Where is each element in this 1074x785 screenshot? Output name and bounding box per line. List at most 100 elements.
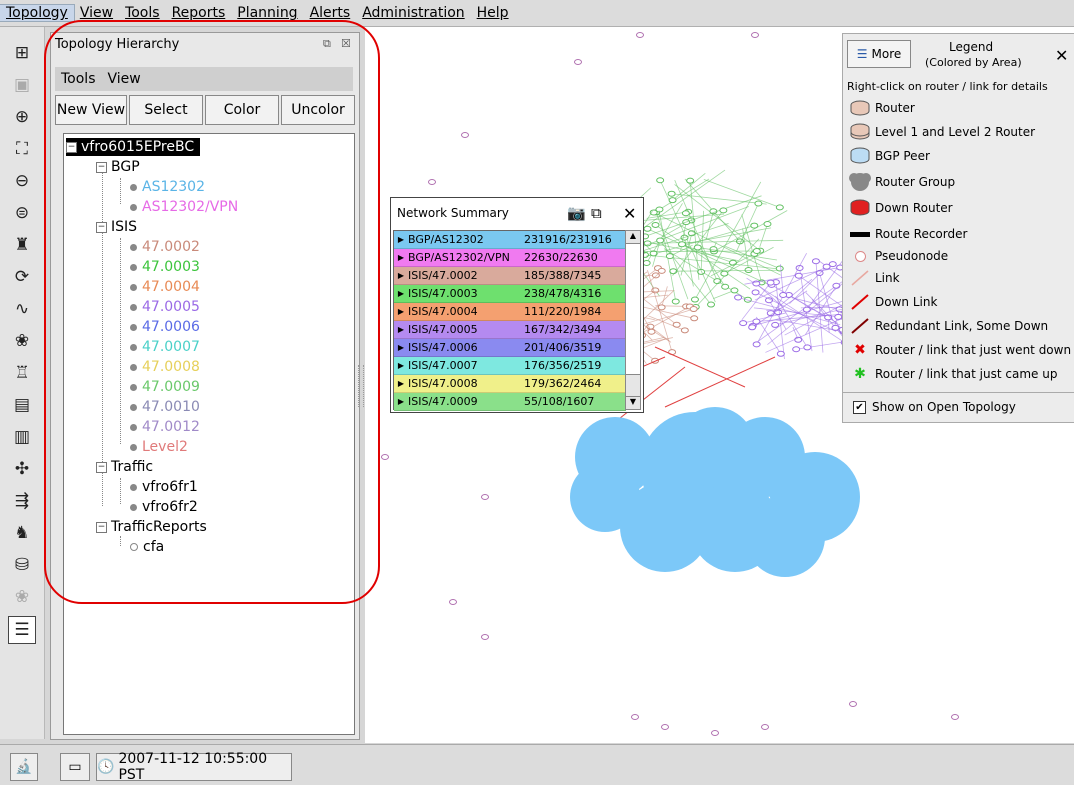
tree-node-traffic[interactable]: − Traffic [96, 458, 153, 476]
report-icon[interactable]: ▤ [9, 392, 35, 418]
expand-arrow-icon[interactable]: ▶ [394, 343, 408, 352]
tree-leaf[interactable]: 47.0008 [130, 358, 200, 376]
tree-node-isis[interactable]: − ISIS [96, 218, 137, 236]
expand-arrow-icon[interactable]: ▶ [394, 397, 408, 406]
camera-icon[interactable]: 📷 [567, 204, 586, 222]
menu-topology[interactable]: Topology [0, 5, 74, 21]
show-on-open-checkbox[interactable]: ✔ Show on Open Topology [853, 400, 1016, 414]
network-summary-row[interactable]: ▶ISIS/47.0002185/388/7345 [394, 267, 626, 285]
menu-alerts[interactable]: Alerts [304, 5, 357, 21]
tree-node-trafficreports[interactable]: − TrafficReports [96, 518, 207, 536]
expand-arrow-icon[interactable]: ▶ [394, 253, 408, 262]
row-name: BGP/AS12302/VPN [408, 251, 524, 264]
select-button[interactable]: Select [129, 95, 203, 125]
collapse-icon[interactable]: − [96, 522, 107, 533]
tree-leaf[interactable]: 47.0004 [130, 278, 200, 296]
layout-icon[interactable]: ⊜ [9, 200, 35, 226]
menu-planning[interactable]: Planning [231, 5, 303, 21]
chart-icon[interactable]: ▥ [9, 424, 35, 450]
network-summary-row[interactable]: ▶ISIS/47.0004111/220/1984 [394, 303, 626, 321]
zoom-in-icon[interactable]: ⊕ [9, 104, 35, 130]
expand-arrow-icon[interactable]: ▶ [394, 325, 408, 334]
hierarchy-icon[interactable]: ⊞ [9, 40, 35, 66]
network-summary-row[interactable]: ▶ISIS/47.0005167/342/3494 [394, 321, 626, 339]
close-icon[interactable]: ☒ [341, 37, 351, 50]
timestamp-button[interactable]: 🕓 2007-11-12 10:55:00 PST [96, 753, 292, 781]
list-icon[interactable]: ☰ [8, 616, 36, 644]
close-icon[interactable]: ✕ [1055, 46, 1068, 65]
detach-icon[interactable]: ⧉ [591, 204, 602, 222]
network-summary-row[interactable]: ▶ISIS/47.0008179/362/2464 [394, 375, 626, 393]
menu-tools[interactable]: Tools [119, 5, 166, 21]
tree-leaf[interactable]: 47.0010 [130, 398, 200, 416]
tree-leaf[interactable]: 47.0007 [130, 338, 200, 356]
splitter-handle[interactable] [358, 365, 364, 407]
checkbox-checked-icon[interactable]: ✔ [853, 401, 866, 414]
router-search-icon[interactable]: ♖ [9, 360, 35, 386]
graph-icon[interactable]: ∿ [9, 296, 35, 322]
restore-icon[interactable]: ⧉ [323, 37, 331, 51]
scroll-up-icon[interactable]: ▲ [626, 231, 640, 244]
expand-arrow-icon[interactable]: ▶ [394, 361, 408, 370]
tree-leaf[interactable]: 47.0005 [130, 298, 200, 316]
tree-node-bgp[interactable]: − BGP [96, 158, 140, 176]
close-icon[interactable]: ✕ [623, 204, 636, 223]
tree-leaf[interactable]: AS12302 [130, 178, 205, 196]
expand-arrow-icon[interactable]: ▶ [394, 307, 408, 316]
collapse-icon[interactable]: − [96, 222, 107, 233]
menu-reports[interactable]: Reports [166, 5, 232, 21]
microscope-icon[interactable]: 🔬 [10, 753, 38, 781]
scroll-down-icon[interactable]: ▼ [626, 396, 640, 409]
network-summary-row[interactable]: ▶ISIS/47.0006201/406/3519 [394, 339, 626, 357]
scroll-thumb[interactable] [626, 244, 640, 375]
tree-leaf[interactable]: 47.0002 [130, 238, 200, 256]
tree-leaf[interactable]: vfro6fr1 [130, 478, 198, 496]
panel-menu-view[interactable]: View [102, 71, 147, 87]
database-icon[interactable]: ⛁ [9, 552, 35, 578]
tree-leaf[interactable]: AS12302/VPN [130, 198, 238, 216]
zoom-out-icon[interactable]: ⊖ [9, 168, 35, 194]
group-icon[interactable]: ❀ [9, 328, 35, 354]
network-summary-row[interactable]: ▶BGP/AS12302231916/231916 [394, 231, 626, 249]
router-find-icon[interactable]: ♜ [9, 232, 35, 258]
new-view-button[interactable]: New View [55, 95, 127, 125]
tree-leaf[interactable]: cfa [130, 538, 164, 556]
color-button[interactable]: Color [205, 95, 279, 125]
network-summary-row[interactable]: ▶ISIS/47.0007176/356/2519 [394, 357, 626, 375]
save-icon[interactable]: ▣ [9, 72, 35, 98]
more-button[interactable]: ☰ More [847, 40, 911, 68]
fit-icon[interactable]: ⛶ [9, 136, 35, 162]
network-summary-row[interactable]: ▶ISIS/47.000955/108/1607 [394, 393, 626, 411]
expand-arrow-icon[interactable]: ▶ [394, 235, 408, 244]
tree-leaf[interactable]: Level2 [130, 438, 188, 456]
expand-arrow-icon[interactable]: ▶ [394, 289, 408, 298]
collapse-icon[interactable]: − [96, 462, 107, 473]
down-router-icon[interactable]: ♞ [9, 520, 35, 546]
tree-leaf[interactable]: vfro6fr2 [130, 498, 198, 516]
expand-arrow-icon[interactable]: ▶ [394, 271, 408, 280]
collapse-icon[interactable]: − [96, 162, 107, 173]
menu-view[interactable]: View [74, 5, 119, 21]
network-summary-scrollbar[interactable]: ▲ ▼ [625, 230, 641, 410]
tree-leaf[interactable]: 47.0009 [130, 378, 200, 396]
group-disabled-icon[interactable]: ❀ [9, 584, 35, 610]
traffic-icon[interactable]: ✣ [9, 456, 35, 482]
expand-arrow-icon[interactable]: ▶ [394, 379, 408, 388]
uncolor-button[interactable]: Uncolor [281, 95, 355, 125]
import-icon[interactable]: ⇶ [9, 488, 35, 514]
window-icon[interactable]: ▭ [60, 753, 90, 781]
network-summary-row[interactable]: ▶BGP/AS12302/VPN22630/22630 [394, 249, 626, 267]
tree-leaf[interactable]: 47.0003 [130, 258, 200, 276]
collapse-icon[interactable]: − [66, 142, 77, 153]
refresh-icon[interactable]: ⟳ [9, 264, 35, 290]
menu-help[interactable]: Help [471, 5, 515, 21]
network-summary-row[interactable]: ▶ISIS/47.0003238/478/4316 [394, 285, 626, 303]
node-icon [130, 204, 137, 211]
tree-leaf[interactable]: 47.0012 [130, 418, 200, 436]
menu-administration[interactable]: Administration [356, 5, 470, 21]
tree-leaf[interactable]: 47.0006 [130, 318, 200, 336]
network-summary-list[interactable]: ▶BGP/AS12302231916/231916▶BGP/AS12302/VP… [393, 230, 627, 410]
panel-menu-tools[interactable]: Tools [55, 71, 102, 87]
row-value: 55/108/1607 [524, 395, 624, 408]
tree-root[interactable]: − vfro6015EPreBC [66, 138, 200, 156]
